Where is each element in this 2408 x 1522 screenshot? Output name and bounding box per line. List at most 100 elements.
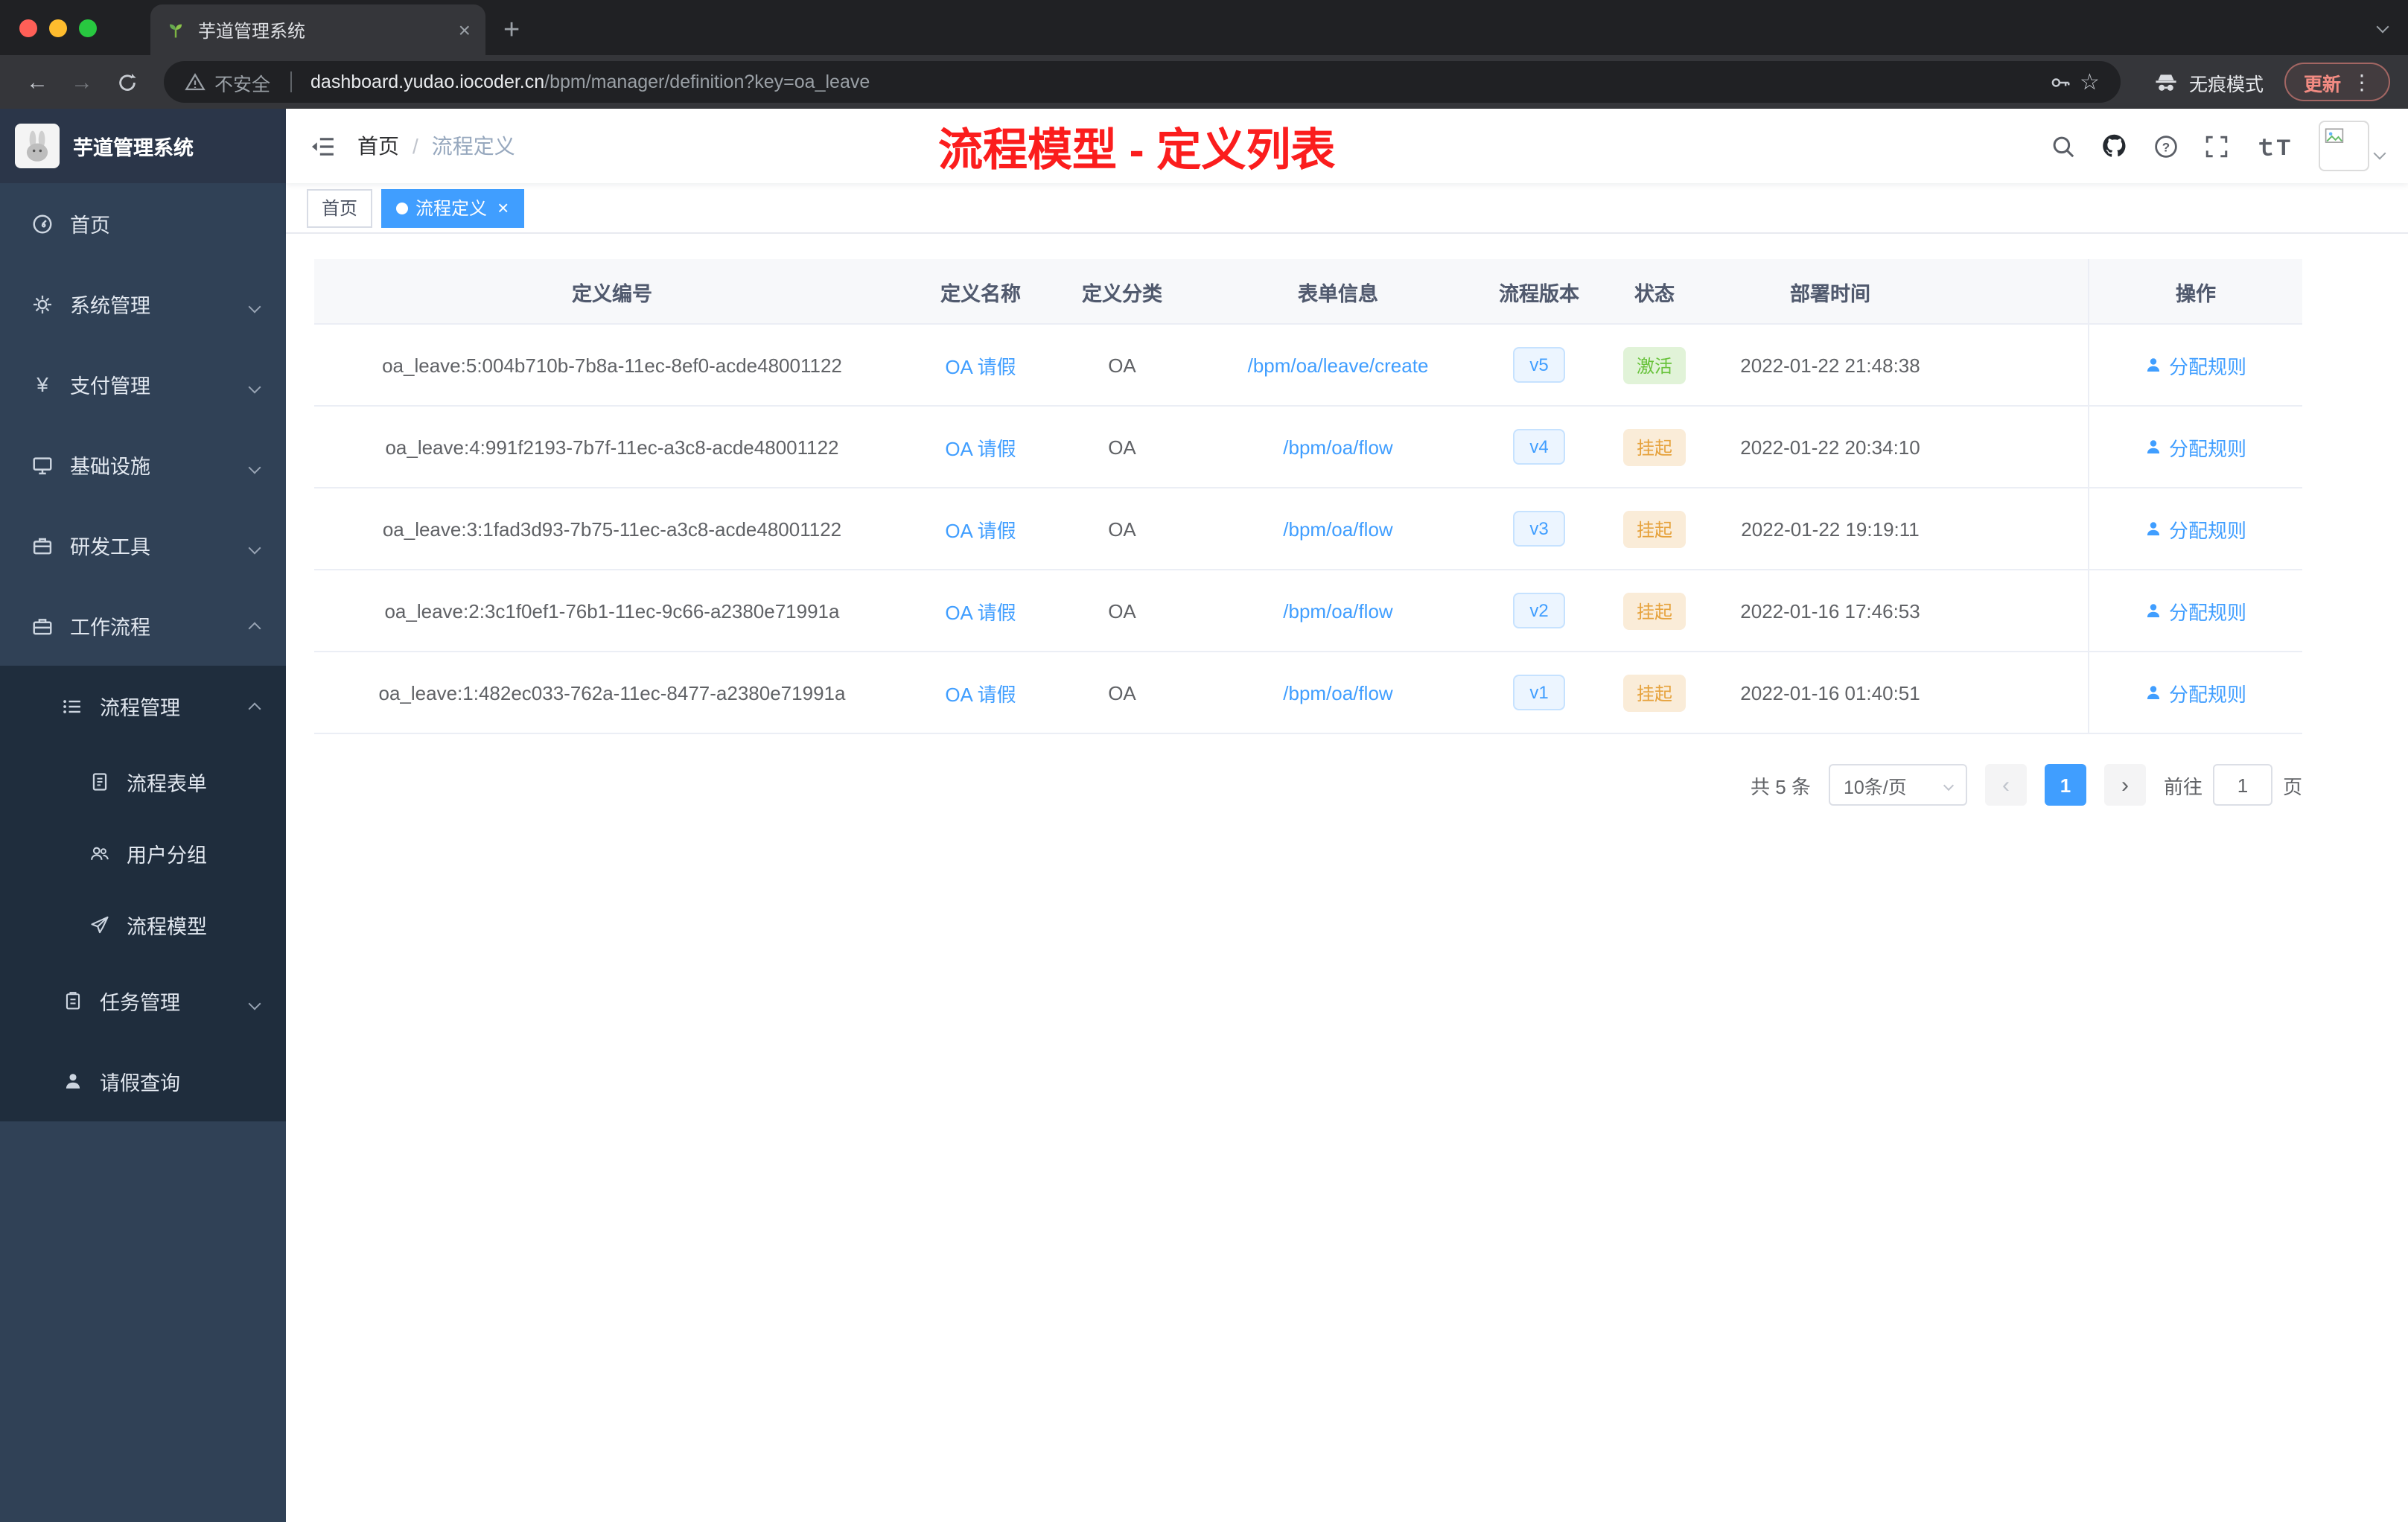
search-icon[interactable] xyxy=(2051,133,2076,159)
col-header: 操作 xyxy=(2088,259,2302,323)
chevron-up-icon xyxy=(248,614,261,637)
definition-id: oa_leave:3:1fad3d93-7b75-11ec-a3c8-acde4… xyxy=(382,518,842,540)
users-icon xyxy=(86,843,112,864)
definition-name-link[interactable]: OA 请假 xyxy=(945,683,1016,705)
total-count: 共 5 条 xyxy=(1751,775,1811,797)
monitor-icon xyxy=(30,453,55,476)
sidebar-item-label: 研发工具 xyxy=(70,536,150,558)
incognito-icon xyxy=(2153,69,2179,95)
deploy-time: 2022-01-22 21:48:38 xyxy=(1740,354,1920,376)
definition-category: OA xyxy=(1108,681,1136,704)
tag-home[interactable]: 首页 xyxy=(307,188,373,227)
url-path: /bpm/manager/definition?key=oa_leave xyxy=(544,71,870,92)
font-size-icon[interactable]: ｔT xyxy=(2255,130,2290,162)
close-window-button[interactable] xyxy=(19,19,37,36)
table-row: oa_leave:3:1fad3d93-7b75-11ec-a3c8-acde4… xyxy=(314,488,2302,570)
col-header: 状态 xyxy=(1634,282,1675,305)
table-row: oa_leave:1:482ec033-762a-11ec-8477-a2380… xyxy=(314,652,2302,734)
form-link[interactable]: /bpm/oa/flow xyxy=(1283,681,1392,704)
sidebar-item-infra[interactable]: 基础设施 xyxy=(0,424,286,505)
github-icon[interactable] xyxy=(2101,133,2128,159)
sidebar-item-payment[interactable]: ¥ 支付管理 xyxy=(0,344,286,424)
sidebar-item-devtools[interactable]: 研发工具 xyxy=(0,505,286,585)
prev-page-button[interactable]: ‹ xyxy=(1984,764,2027,806)
app-logo[interactable]: 芋道管理系统 xyxy=(0,109,286,183)
reload-icon[interactable] xyxy=(107,71,146,93)
sidebar-item-process-form[interactable]: 流程表单 xyxy=(0,746,286,818)
sidebar-fold-icon[interactable] xyxy=(310,133,335,159)
zoom-window-button[interactable] xyxy=(79,19,97,36)
top-navbar: 首页 / 流程定义 流程模型 - 定义列表 ? ｔT xyxy=(286,109,2408,183)
col-header: 定义编号 xyxy=(572,282,652,305)
password-key-icon[interactable] xyxy=(2048,71,2071,93)
deploy-time: 2022-01-16 01:40:51 xyxy=(1740,681,1920,704)
address-bar[interactable]: 不安全 dashboard.yudao.iocoder.cn/bpm/manag… xyxy=(164,61,2121,103)
sidebar-item-user-group[interactable]: 用户分组 xyxy=(0,818,286,889)
sidebar-item-label: 流程管理 xyxy=(100,697,180,719)
chevron-up-icon xyxy=(248,695,261,717)
assign-rule-button[interactable]: 分配规则 xyxy=(2145,433,2246,461)
form-link[interactable]: /bpm/oa/leave/create xyxy=(1248,354,1429,376)
new-tab-button[interactable]: + xyxy=(503,16,520,45)
definition-name-link[interactable]: OA 请假 xyxy=(945,437,1016,459)
forward-icon[interactable]: → xyxy=(63,69,101,95)
page-size-select[interactable]: 10条/页 xyxy=(1828,764,1967,806)
sidebar-item-system[interactable]: 系统管理 xyxy=(0,264,286,344)
sidebar-item-label: 流程模型 xyxy=(127,916,207,938)
sidebar-item-task-management[interactable]: 任务管理 xyxy=(0,961,286,1041)
security-label: 不安全 xyxy=(214,74,271,95)
sidebar-item-home[interactable]: 首页 xyxy=(0,183,286,264)
assign-rule-button[interactable]: 分配规则 xyxy=(2145,596,2246,625)
form-link[interactable]: /bpm/oa/flow xyxy=(1283,599,1392,622)
goto-page-input[interactable] xyxy=(2212,764,2272,806)
browser-menu-icon[interactable]: ⋮ xyxy=(2341,69,2383,95)
sidebar-item-label: 首页 xyxy=(70,214,110,237)
user-avatar[interactable] xyxy=(2319,121,2369,171)
paper-plane-icon xyxy=(86,914,112,935)
definition-name-link[interactable]: OA 请假 xyxy=(945,519,1016,541)
sidebar: 芋道管理系统 首页 系统管理 ¥ 支付管理 基础设施 研发工具 工作流程 流程管… xyxy=(0,109,286,1522)
bookmark-star-icon[interactable]: ☆ xyxy=(2080,69,2100,95)
assign-rule-button[interactable]: 分配规则 xyxy=(2145,351,2246,379)
definition-name-link[interactable]: OA 请假 xyxy=(945,355,1016,378)
browser-tab[interactable]: 芋道管理系统 × xyxy=(150,4,485,55)
breadcrumb-current: 流程定义 xyxy=(431,134,515,158)
form-link[interactable]: /bpm/oa/flow xyxy=(1283,436,1392,458)
chrome-update-button[interactable]: 更新 ⋮ xyxy=(2284,63,2390,101)
back-icon[interactable]: ← xyxy=(18,69,57,95)
col-header: 流程版本 xyxy=(1499,282,1579,305)
definition-name-link[interactable]: OA 请假 xyxy=(945,601,1016,623)
url-domain: dashboard.yudao.iocoder.cn xyxy=(310,71,545,92)
deploy-time: 2022-01-22 20:34:10 xyxy=(1740,436,1920,458)
page-1-button[interactable]: 1 xyxy=(2044,764,2086,806)
tag-process-definition[interactable]: 流程定义 × xyxy=(381,188,524,227)
table-row: oa_leave:2:3c1f0ef1-76b1-11ec-9c66-a2380… xyxy=(314,570,2302,652)
tab-close-icon[interactable]: × xyxy=(459,19,471,40)
tag-close-icon[interactable]: × xyxy=(497,198,509,217)
app-title: 芋道管理系统 xyxy=(73,137,194,159)
sidebar-item-process-management[interactable]: 流程管理 xyxy=(0,666,286,746)
sidebar-item-leave-query[interactable]: 请假查询 xyxy=(0,1041,286,1121)
version-badge: v2 xyxy=(1513,593,1565,628)
assign-rule-button[interactable]: 分配规则 xyxy=(2145,515,2246,543)
chevron-down-icon xyxy=(248,453,261,476)
next-page-button[interactable]: › xyxy=(2103,764,2146,806)
sidebar-item-workflow[interactable]: 工作流程 xyxy=(0,585,286,666)
fullscreen-icon[interactable] xyxy=(2204,133,2229,159)
sidebar-item-label: 工作流程 xyxy=(70,617,150,639)
form-link[interactable]: /bpm/oa/flow xyxy=(1283,518,1392,540)
breadcrumb-home[interactable]: 首页 xyxy=(357,131,399,161)
user-menu[interactable] xyxy=(2319,121,2386,171)
help-icon[interactable]: ? xyxy=(2153,133,2179,159)
tab-search-icon[interactable] xyxy=(2376,12,2389,39)
version-badge: v5 xyxy=(1513,347,1565,383)
minimize-window-button[interactable] xyxy=(49,19,67,36)
assign-rule-button[interactable]: 分配规则 xyxy=(2145,678,2246,707)
not-secure-warning-icon[interactable] xyxy=(185,71,206,92)
sidebar-item-process-model[interactable]: 流程模型 xyxy=(0,889,286,961)
browser-tabstrip: 芋道管理系统 × + xyxy=(0,0,2408,55)
sidebar-item-label: 流程表单 xyxy=(127,773,207,795)
definition-table: 定义编号 定义名称 定义分类 表单信息 流程版本 状态 部署时间 操作 oa_l… xyxy=(314,259,2302,734)
definition-category: OA xyxy=(1108,518,1136,540)
deploy-time: 2022-01-16 17:46:53 xyxy=(1740,599,1920,622)
